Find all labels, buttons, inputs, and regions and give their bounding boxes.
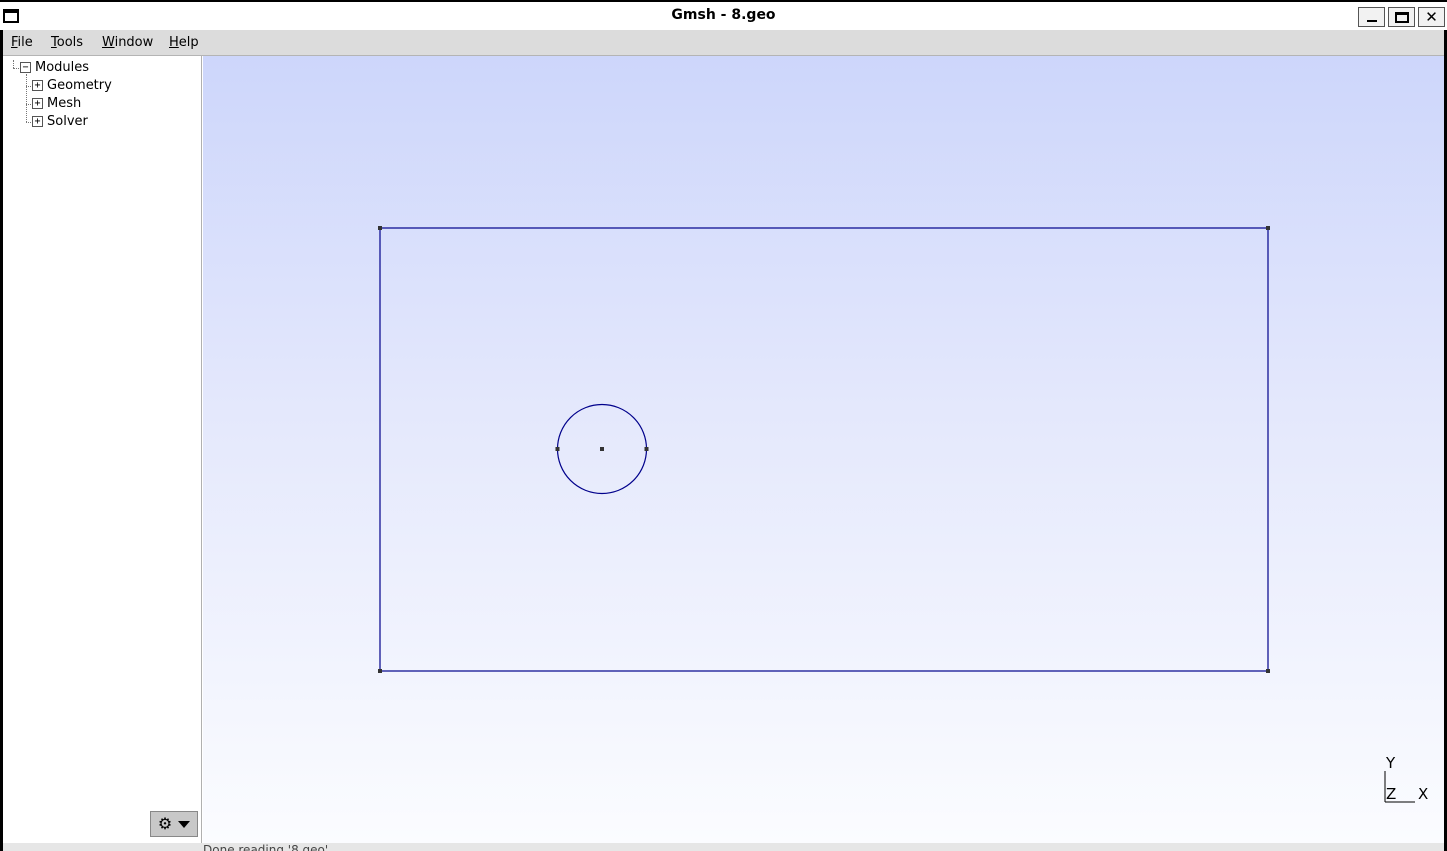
menu-help[interactable]: Help — [169, 35, 199, 50]
geometry-point[interactable] — [1266, 226, 1270, 230]
collapse-icon[interactable]: − — [20, 61, 31, 73]
module-tree-panel: − Modules + Geometry + Mesh + Solver ⚙ — [3, 56, 202, 843]
axis-label-x: X — [1418, 785, 1429, 803]
menu-bar: File Tools Window Help — [3, 30, 1444, 56]
tree-item-label: Solver — [47, 113, 88, 129]
geometry-point[interactable] — [600, 447, 604, 451]
menu-file[interactable]: File — [11, 35, 33, 50]
geometry-point[interactable] — [644, 447, 649, 451]
tree-connector — [26, 122, 31, 123]
tree-connector — [13, 68, 19, 69]
axes-indicator: Y Z X — [1381, 754, 1431, 806]
tree-connector — [26, 86, 31, 87]
tree-connector — [26, 104, 31, 105]
tree-item-geometry[interactable]: + Geometry — [32, 76, 112, 94]
tree-item-label: Mesh — [47, 95, 82, 111]
status-bar: Done reading '8.geo' — [3, 843, 1444, 851]
tree-item-modules[interactable]: − Modules — [20, 58, 89, 76]
gear-icon: ⚙ — [157, 814, 173, 833]
title-bar: Gmsh - 8.geo ✕ — [0, 0, 1447, 30]
minimize-icon — [1366, 20, 1377, 22]
geometry-point[interactable] — [378, 226, 382, 230]
tree-item-label: Modules — [35, 59, 90, 75]
tree-item-solver[interactable]: + Solver — [32, 112, 88, 130]
maximize-icon — [1394, 11, 1409, 23]
geometry-point[interactable] — [378, 669, 382, 673]
tree-connector — [13, 60, 14, 68]
axis-label-y: Y — [1386, 754, 1396, 772]
expand-icon[interactable]: + — [32, 79, 43, 91]
geometry-rectangle[interactable] — [379, 227, 1269, 672]
menu-window[interactable]: Window — [102, 35, 153, 50]
menu-tools[interactable]: Tools — [51, 35, 83, 50]
geometry-point[interactable] — [555, 447, 560, 451]
status-message: Done reading '8.geo' — [203, 843, 329, 851]
expand-icon[interactable]: + — [32, 115, 43, 127]
axis-label-z: Z — [1386, 785, 1397, 803]
expand-icon[interactable]: + — [32, 97, 43, 109]
geometry-point[interactable] — [1266, 669, 1270, 673]
geometry-canvas[interactable] — [203, 56, 1444, 843]
tree-item-label: Geometry — [47, 77, 112, 93]
close-icon: ✕ — [1425, 7, 1438, 26]
tree-item-mesh[interactable]: + Mesh — [32, 94, 81, 112]
tree-connector — [26, 74, 27, 122]
maximize-button[interactable] — [1388, 7, 1415, 27]
minimize-button[interactable] — [1358, 7, 1385, 27]
window-title: Gmsh - 8.geo — [671, 7, 776, 23]
graphics-viewport[interactable]: Y Z X — [203, 56, 1444, 843]
options-menu-button[interactable]: ⚙ — [150, 811, 198, 837]
close-button[interactable]: ✕ — [1418, 7, 1445, 27]
chevron-down-icon — [178, 820, 191, 828]
